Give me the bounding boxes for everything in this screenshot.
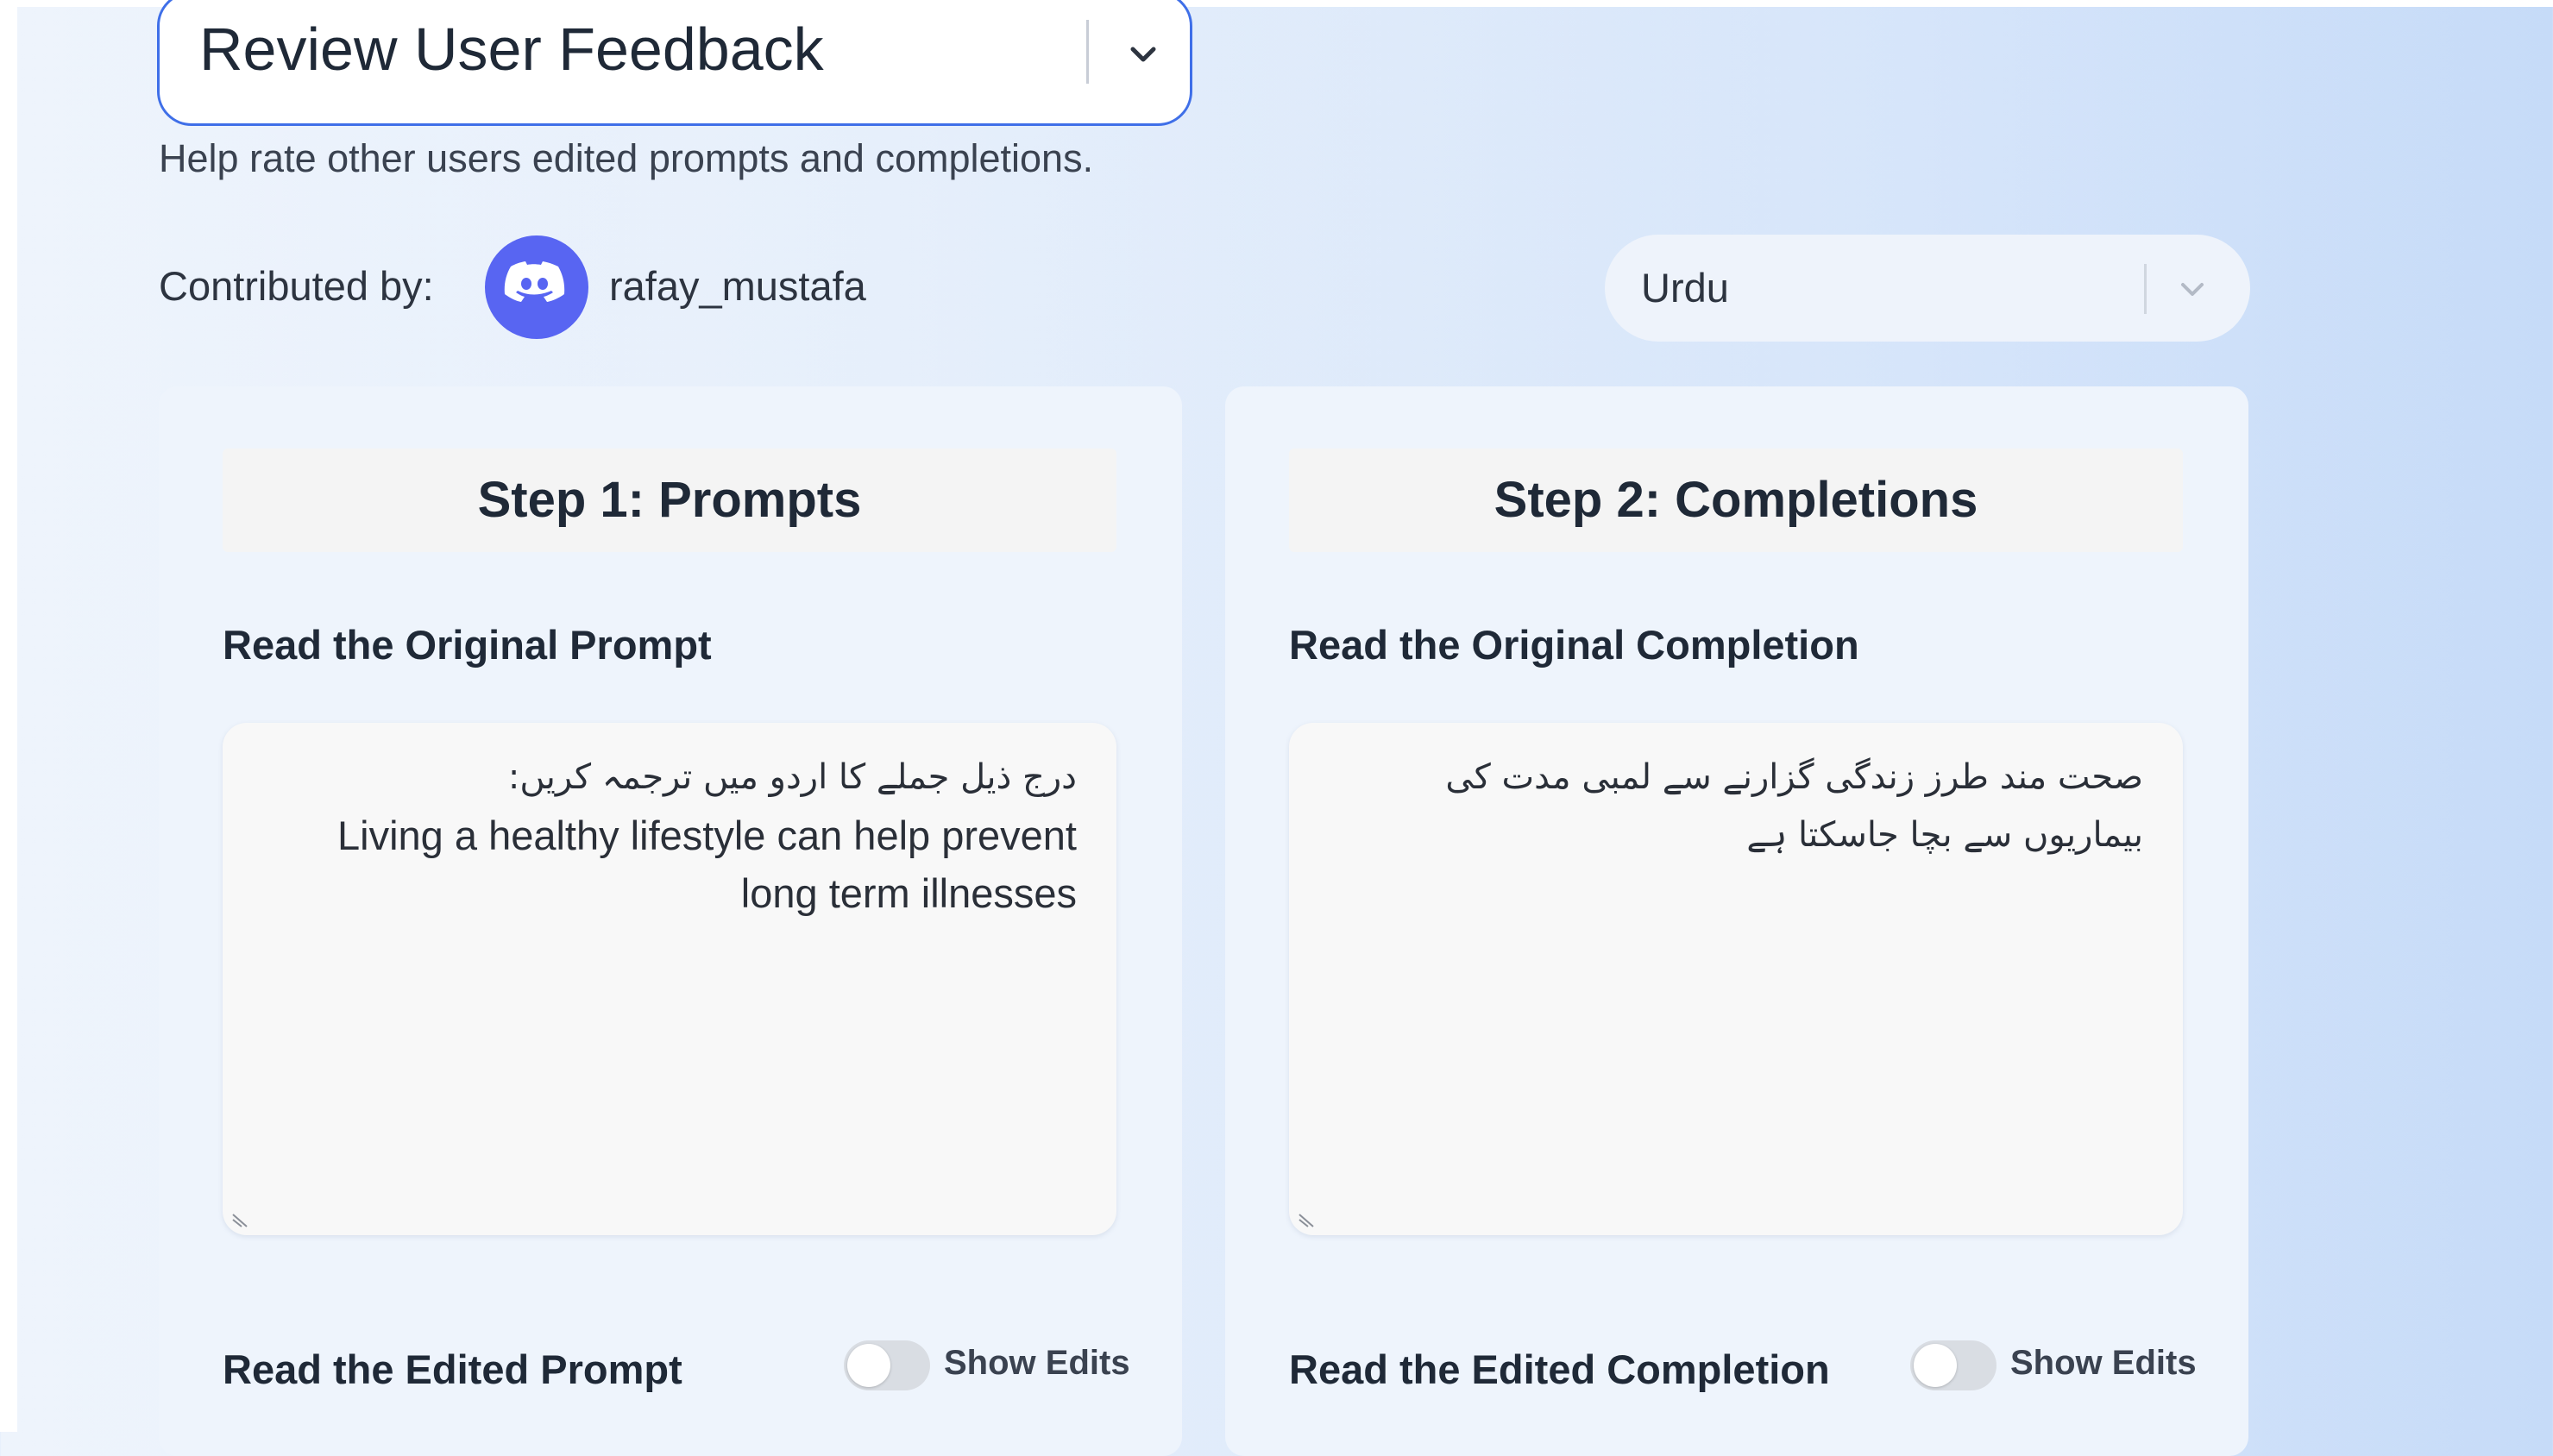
original-completion-line: صحت مند طرز زندگی گزارنے سے لمبی مدت کی	[1445, 757, 2143, 797]
completions-card: Step 2: Completions Read the Original Co…	[1225, 386, 2248, 1456]
language-select[interactable]: Urdu	[1605, 235, 2250, 342]
completions-step-header: Step 2: Completions	[1289, 449, 2183, 552]
show-edits-toggle[interactable]	[844, 1340, 930, 1390]
chevron-down-icon[interactable]	[1117, 28, 1169, 80]
toggle-knob	[847, 1344, 890, 1387]
toggle-knob	[1914, 1344, 1957, 1387]
language-select-value: Urdu	[1641, 265, 1729, 311]
avatar	[485, 235, 588, 339]
show-edits-label: Show Edits	[944, 1344, 1130, 1382]
left-edge	[0, 0, 17, 1432]
mode-select-value: Review User Feedback	[199, 16, 824, 83]
language-select-divider	[2144, 264, 2147, 314]
discord-icon	[504, 261, 565, 302]
original-prompt-line: Living a healthy lifestyle can help prev…	[337, 813, 1077, 858]
original-completion-line: بیماریوں سے بچا جاسکتا ہے	[1746, 815, 2143, 855]
original-prompt-title: Read the Original Prompt	[223, 622, 712, 668]
show-edits-toggle[interactable]	[1910, 1340, 1996, 1390]
original-completion-title: Read the Original Completion	[1289, 622, 1859, 668]
resize-handle-icon[interactable]	[230, 1206, 252, 1228]
edited-prompt-title: Read the Edited Prompt	[223, 1346, 682, 1392]
resize-handle-icon[interactable]	[1296, 1206, 1318, 1228]
chevron-down-icon[interactable]	[2171, 267, 2214, 311]
contributor-label: Contributed by:	[159, 263, 434, 309]
page-subtitle: Help rate other users edited prompts and…	[159, 136, 1094, 180]
contributor-username: rafay_mustafa	[609, 263, 866, 309]
show-edits-label: Show Edits	[2010, 1344, 2197, 1382]
original-prompt-textarea[interactable]: درج ذیل جملے کا اردو میں ترجمہ کریں: Liv…	[223, 723, 1116, 1235]
original-prompt-line: long term illnesses	[740, 870, 1077, 916]
mode-select-divider	[1086, 20, 1089, 84]
prompts-step-header: Step 1: Prompts	[223, 449, 1116, 552]
original-prompt-line: درج ذیل جملے کا اردو میں ترجمہ کریں:	[507, 757, 1077, 797]
original-completion-textarea[interactable]: صحت مند طرز زندگی گزارنے سے لمبی مدت کی …	[1289, 723, 2183, 1235]
edited-completion-title: Read the Edited Completion	[1289, 1346, 1830, 1392]
prompts-card: Step 1: Prompts Read the Original Prompt…	[159, 386, 1182, 1456]
mode-select[interactable]: Review User Feedback	[157, 0, 1192, 126]
